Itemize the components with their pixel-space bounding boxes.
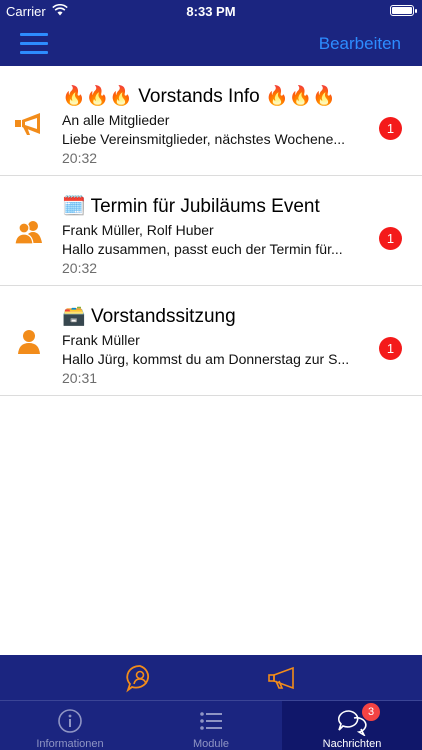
flame-icons: 🔥🔥🔥 <box>62 86 133 107</box>
message-recipients: Frank Müller <box>62 332 140 348</box>
tab-badge: 3 <box>362 703 380 721</box>
message-row[interactable]: 🗓️ Termin für Jubiläums Event Frank Müll… <box>0 176 422 286</box>
message-row[interactable]: 🔥🔥🔥 Vorstands Info 🔥🔥🔥 An alle Mitgliede… <box>0 66 422 176</box>
message-preview: Hallo zusammen, passt euch der Termin fü… <box>62 241 343 257</box>
nav-bar: Bearbeiten <box>0 22 422 66</box>
message-title-text: Vorstands Info <box>138 86 260 107</box>
message-recipients: Frank Müller, Rolf Huber <box>62 222 214 238</box>
message-preview: Hallo Jürg, kommst du am Donnerstag zur … <box>62 351 350 367</box>
new-private-message-icon[interactable] <box>125 663 155 693</box>
megaphone-icon <box>15 113 40 135</box>
message-recipients: An alle Mitglieder <box>62 112 170 128</box>
message-title-text: Termin für Jubiläums Event <box>90 196 320 217</box>
flame-icons: 🔥🔥🔥 <box>265 86 336 107</box>
list-icon <box>200 712 222 730</box>
message-title: 🔥🔥🔥 Vorstands Info 🔥🔥🔥 <box>62 84 336 108</box>
battery-icon <box>390 5 417 16</box>
message-title: 🗓️ Termin für Jubiläums Event <box>62 194 320 218</box>
tab-label: Nachrichten <box>322 738 382 750</box>
new-announcement-icon[interactable] <box>267 663 297 693</box>
clock: 8:33 PM <box>186 4 236 19</box>
tab-label: Informationen <box>36 738 104 750</box>
card-box-icon: 🗃️ <box>62 306 86 327</box>
tab-label: Module <box>192 738 230 750</box>
message-title-text: Vorstandssitzung <box>90 306 236 327</box>
hamburger-menu-icon[interactable] <box>20 33 48 55</box>
tab-module[interactable]: Module <box>141 701 281 750</box>
tab-informationen[interactable]: Informationen <box>0 701 140 750</box>
tab-nachrichten[interactable]: 3 Nachrichten <box>282 701 422 750</box>
message-time: 20:32 <box>62 150 98 166</box>
group-icon <box>14 221 42 245</box>
message-list: 🔥🔥🔥 Vorstands Info 🔥🔥🔥 An alle Mitgliede… <box>0 66 422 396</box>
info-icon <box>58 709 82 733</box>
person-icon <box>18 330 40 354</box>
message-time: 20:31 <box>62 370 98 386</box>
calendar-icon: 🗓️ <box>62 196 86 217</box>
status-bar: Carrier 8:33 PM <box>0 0 422 22</box>
tab-bar: Informationen Module 3 Nachrichten <box>0 700 422 750</box>
message-title: 🗃️ Vorstandssitzung <box>62 304 236 328</box>
edit-button[interactable]: Bearbeiten <box>319 34 401 54</box>
message-row[interactable]: 🗃️ Vorstandssitzung Frank Müller Hallo J… <box>0 286 422 396</box>
action-bar <box>0 655 422 700</box>
unread-badge: 1 <box>379 117 402 140</box>
message-preview: Liebe Vereinsmitglieder, nächstes Wochen… <box>62 131 346 147</box>
unread-badge: 1 <box>379 227 402 250</box>
unread-badge: 1 <box>379 337 402 360</box>
message-time: 20:32 <box>62 260 98 276</box>
